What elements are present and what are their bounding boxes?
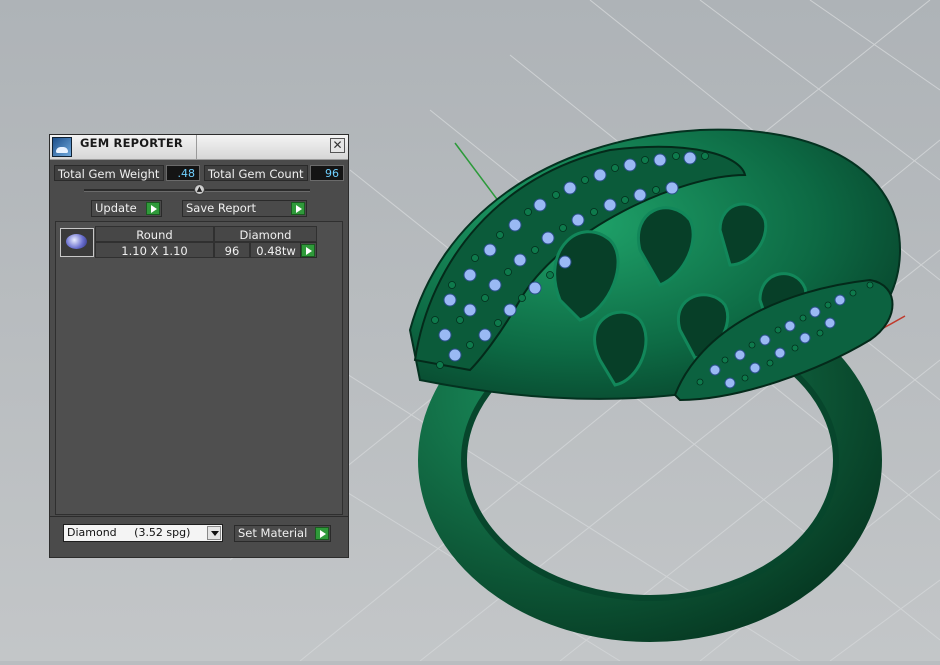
update-button-label: Update [95, 201, 137, 215]
gem-weight-cell: 0.48tw [250, 242, 302, 258]
play-arrow-icon [291, 202, 305, 215]
material-select-value: Diamond (3.52 spg) [67, 526, 191, 539]
footer-divider [50, 516, 348, 517]
play-arrow-icon [301, 244, 315, 257]
total-gem-count-value: 96 [310, 165, 344, 181]
material-select[interactable]: Diamond (3.52 spg) [63, 524, 223, 542]
gem-size-cell: 1.10 X 1.10 [95, 242, 214, 258]
gem-list[interactable] [55, 221, 343, 515]
total-gem-weight-value: .48 [166, 165, 200, 181]
panel-titlebar[interactable]: GEM REPORTER ✕ [50, 135, 348, 160]
slider-knob-icon[interactable]: ▲ [194, 184, 205, 195]
close-button[interactable]: ✕ [330, 138, 345, 153]
set-material-button[interactable]: Set Material [234, 525, 331, 542]
gem-count-cell: 96 [214, 242, 250, 258]
update-button[interactable]: Update [91, 200, 162, 217]
gem-shape-cell: Round [95, 226, 214, 242]
save-report-button-label: Save Report [186, 201, 257, 215]
total-gem-weight-label: Total Gem Weight [54, 165, 164, 181]
gem-row-select-button[interactable] [300, 242, 317, 258]
chevron-down-icon[interactable] [207, 526, 221, 540]
gem-material-cell: Diamond [214, 226, 317, 242]
round-gem-icon [60, 228, 94, 257]
set-material-button-label: Set Material [238, 526, 308, 540]
play-arrow-icon [146, 202, 160, 215]
play-arrow-icon [315, 527, 329, 540]
panel-title: GEM REPORTER [80, 136, 183, 150]
gem-reporter-panel: GEM REPORTER ✕ Total Gem Weight .48 Tota… [49, 134, 349, 558]
titlebar-divider [196, 135, 197, 159]
gem-reporter-logo-icon [52, 137, 72, 157]
total-gem-count-label: Total Gem Count [204, 165, 308, 181]
save-report-button[interactable]: Save Report [182, 200, 307, 217]
